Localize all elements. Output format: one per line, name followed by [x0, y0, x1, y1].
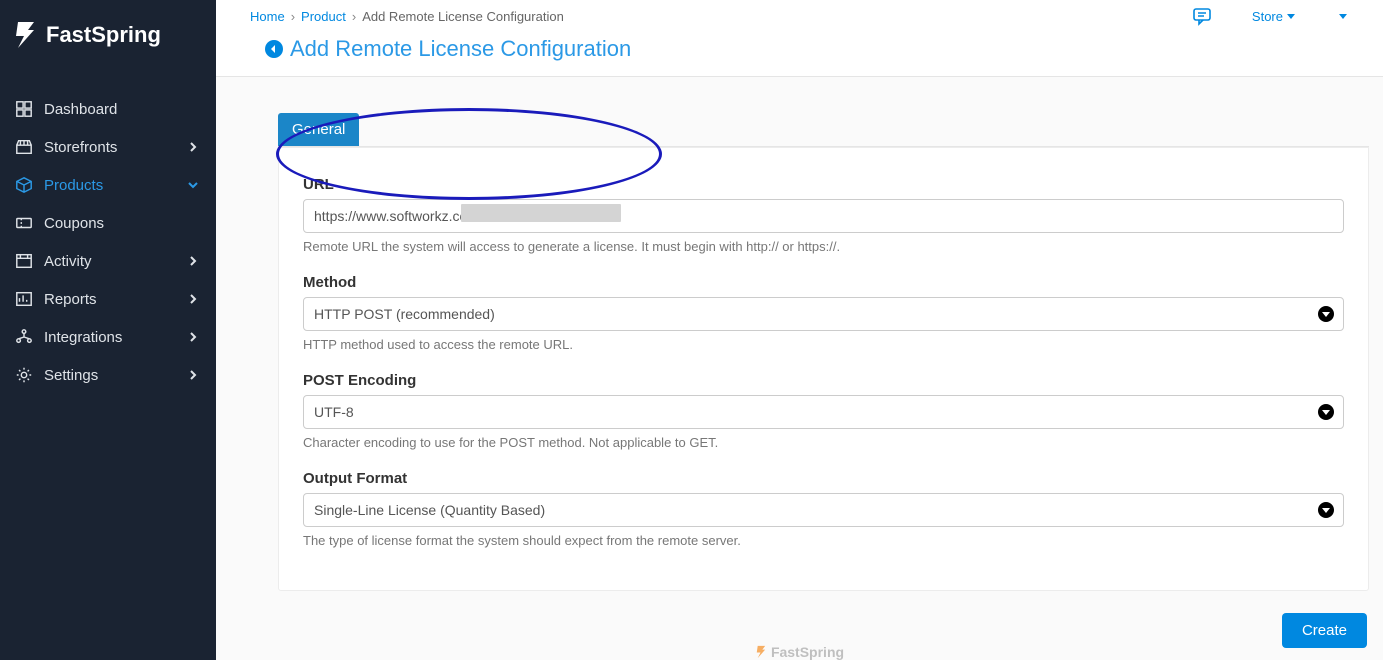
sidebar-item-activity[interactable]: Activity — [0, 242, 216, 280]
sidebar-item-label: Storefronts — [44, 139, 202, 156]
breadcrumb: Home › Product › Add Remote License Conf… — [250, 9, 1192, 24]
caret-down-icon — [1287, 12, 1295, 20]
sidebar-item-integrations[interactable]: Integrations — [0, 318, 216, 356]
sidebar-nav: Dashboard Storefronts Products Coupon — [0, 90, 216, 394]
sidebar-item-label: Reports — [44, 291, 202, 308]
back-icon[interactable] — [264, 39, 284, 59]
tab-header: General — [278, 113, 1369, 147]
chat-icon[interactable] — [1192, 6, 1212, 26]
activity-icon — [14, 251, 34, 271]
url-help: Remote URL the system will access to gen… — [303, 239, 1344, 254]
breadcrumb-product[interactable]: Product — [301, 9, 346, 24]
redacted-block — [461, 204, 621, 222]
tab-general[interactable]: General — [278, 113, 359, 146]
method-select[interactable]: HTTP POST (recommended) — [303, 297, 1344, 331]
chevron-right-icon — [188, 294, 198, 304]
storefronts-icon — [14, 137, 34, 157]
form-group-url: URL Remote URL the system will access to… — [303, 176, 1344, 254]
chevron-right-icon: › — [291, 9, 295, 24]
sidebar-item-settings[interactable]: Settings — [0, 356, 216, 394]
form-group-method: Method HTTP POST (recommended) HTTP meth… — [303, 274, 1344, 352]
title-row: Add Remote License Configuration — [216, 28, 1383, 77]
chevron-right-icon — [188, 142, 198, 152]
sidebar-item-label: Activity — [44, 253, 202, 270]
method-help: HTTP method used to access the remote UR… — [303, 337, 1344, 352]
form-group-post-encoding: POST Encoding UTF-8 Character encoding t… — [303, 372, 1344, 450]
sidebar: FastSpring Dashboard Storefronts Product… — [0, 0, 216, 660]
url-label: URL — [303, 176, 1344, 193]
user-dropdown[interactable] — [1335, 12, 1347, 20]
output-format-help: The type of license format the system sh… — [303, 533, 1344, 548]
output-format-select[interactable]: Single-Line License (Quantity Based) — [303, 493, 1344, 527]
breadcrumb-home[interactable]: Home — [250, 9, 285, 24]
breadcrumb-current: Add Remote License Configuration — [362, 9, 564, 24]
products-icon — [14, 175, 34, 195]
sidebar-item-label: Products — [44, 177, 202, 194]
post-encoding-label: POST Encoding — [303, 372, 1344, 389]
footer-actions: Create — [216, 601, 1383, 660]
page-title: Add Remote License Configuration — [290, 36, 631, 62]
sidebar-item-dashboard[interactable]: Dashboard — [0, 90, 216, 128]
dashboard-icon — [14, 99, 34, 119]
chevron-right-icon — [188, 332, 198, 342]
form-panel: URL Remote URL the system will access to… — [278, 147, 1369, 591]
top-actions: Store — [1192, 6, 1363, 26]
main-area: Home › Product › Add Remote License Conf… — [216, 0, 1383, 660]
reports-icon — [14, 289, 34, 309]
integrations-icon — [14, 327, 34, 347]
chevron-down-icon — [188, 180, 198, 190]
brand-name: FastSpring — [46, 22, 161, 48]
post-encoding-select[interactable]: UTF-8 — [303, 395, 1344, 429]
method-label: Method — [303, 274, 1344, 291]
url-input-wrap — [303, 199, 1344, 233]
chevron-right-icon: › — [352, 9, 356, 24]
sidebar-item-label: Dashboard — [44, 101, 202, 118]
sidebar-item-coupons[interactable]: Coupons — [0, 204, 216, 242]
chevron-right-icon — [188, 256, 198, 266]
sidebar-item-label: Coupons — [44, 215, 202, 232]
store-dropdown[interactable]: Store — [1252, 9, 1295, 24]
form-group-output-format: Output Format Single-Line License (Quant… — [303, 470, 1344, 548]
post-encoding-help: Character encoding to use for the POST m… — [303, 435, 1344, 450]
topbar: Home › Product › Add Remote License Conf… — [216, 0, 1383, 28]
settings-icon — [14, 365, 34, 385]
sidebar-item-label: Integrations — [44, 329, 202, 346]
chevron-right-icon — [188, 370, 198, 380]
store-dropdown-label: Store — [1252, 9, 1283, 24]
brand-logo: FastSpring — [0, 0, 216, 70]
output-format-label: Output Format — [303, 470, 1344, 487]
create-button[interactable]: Create — [1282, 613, 1367, 648]
sidebar-item-storefronts[interactable]: Storefronts — [0, 128, 216, 166]
sidebar-item-reports[interactable]: Reports — [0, 280, 216, 318]
sidebar-item-label: Settings — [44, 367, 202, 384]
coupons-icon — [14, 213, 34, 233]
url-input[interactable] — [303, 199, 1344, 233]
content: General URL Remote URL the system will a… — [216, 77, 1383, 660]
fastspring-logo-icon — [14, 20, 38, 50]
sidebar-item-products[interactable]: Products — [0, 166, 216, 204]
caret-down-icon — [1339, 12, 1347, 20]
